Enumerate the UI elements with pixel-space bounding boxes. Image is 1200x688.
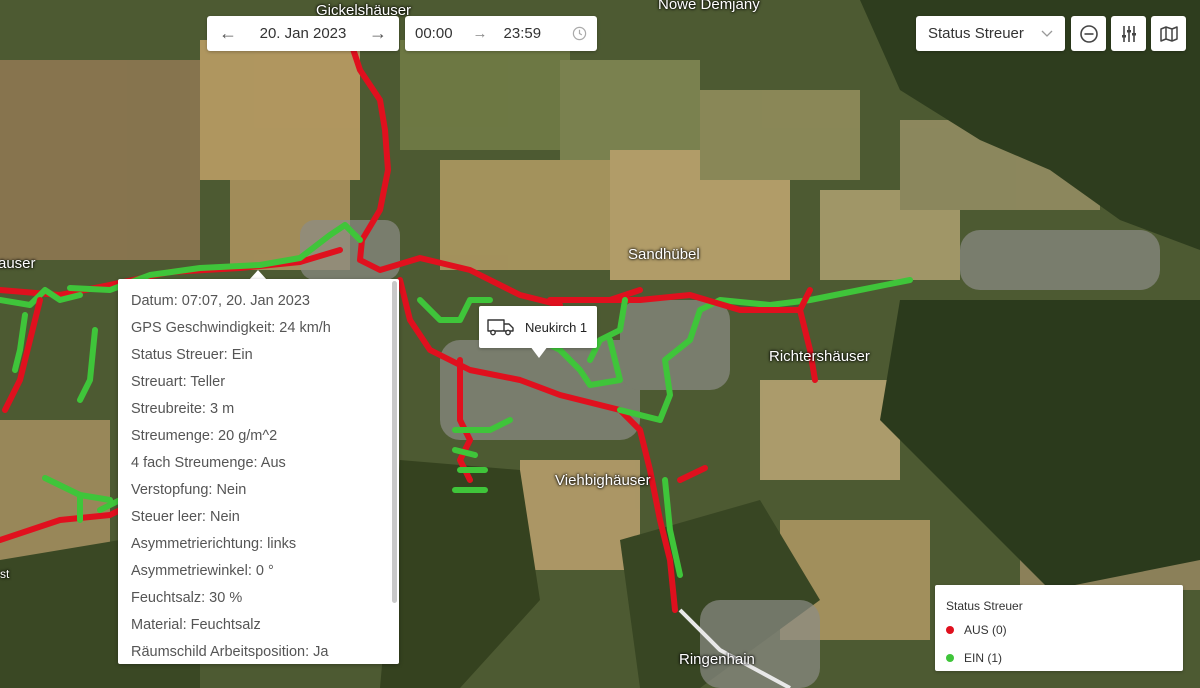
truck-icon (487, 319, 514, 336)
end-time-input[interactable]: 23:59 (504, 25, 542, 42)
legend-label: AUS (0) (964, 623, 1007, 637)
map-layers-button[interactable] (1151, 16, 1186, 51)
tooltip-row: Streumenge: 20 g/m^2 (131, 428, 278, 444)
place-label-richtershaeuser: Richtershäuser (769, 348, 870, 365)
tooltip-row: Streuart: Teller (131, 374, 226, 390)
vehicle-label[interactable]: Neukirch 1 (479, 306, 597, 348)
minus-circle-button[interactable] (1071, 16, 1106, 51)
tooltip-row: Datum: 07:07, 20. Jan 2023 (131, 293, 310, 309)
filter-settings-button[interactable] (1111, 16, 1146, 51)
date-navigator: ← 20. Jan 2023 → (207, 16, 399, 51)
tooltip-row: Material: Feuchtsalz (131, 617, 261, 633)
sliders-icon (1121, 25, 1136, 42)
place-label-sandhuebel: Sandhübel (628, 246, 700, 263)
time-range: 00:00 → 23:59 (405, 16, 597, 51)
tooltip-row: 4 fach Streumenge: Aus (131, 455, 286, 471)
start-time-input[interactable]: 00:00 (415, 25, 453, 42)
tooltip-row: GPS Geschwindigkeit: 24 km/h (131, 320, 331, 336)
date-label[interactable]: 20. Jan 2023 (260, 25, 347, 42)
arrow-left-icon[interactable]: ← (219, 23, 237, 44)
place-label-left-truncated: auser (0, 255, 36, 272)
tooltip-row: Feuchtsalz: 30 % (131, 590, 243, 606)
status-on-dot (946, 654, 954, 662)
place-label-ringenhain: Ringenhain (679, 651, 755, 668)
track-point-tooltip: Datum: 07:07, 20. Jan 2023 GPS Geschwindi… (118, 279, 399, 664)
tooltip-row: Asymmetrierichtung: links (131, 536, 297, 552)
status-select[interactable]: Status Streuer (916, 16, 1065, 51)
tooltip-row: Räumschild Arbeitsposition: Ja (131, 644, 329, 660)
legend-item-aus: AUS (0) (946, 623, 1172, 637)
legend-title: Status Streuer (946, 599, 1023, 613)
status-legend: Status Streuer AUS (0) EIN (1) (935, 585, 1183, 671)
minus-circle-icon (1079, 24, 1098, 43)
tooltip-row: Asymmetriewinkel: 0 ° (131, 563, 274, 579)
tooltip-scrollbar[interactable] (392, 281, 397, 603)
vehicle-name: Neukirch 1 (525, 319, 588, 335)
map-icon (1159, 25, 1178, 42)
tooltip-row: Steuer leer: Nein (131, 509, 240, 525)
status-select-value: Status Streuer (928, 25, 1024, 42)
place-label-viehbighaeuser: Viehbighäuser (555, 472, 651, 489)
tooltip-row: Verstopfung: Nein (131, 482, 247, 498)
arrow-right-icon[interactable]: → (369, 23, 387, 44)
chevron-down-icon (1041, 30, 1053, 37)
tooltip-row: Streubreite: 3 m (131, 401, 235, 417)
status-off-dot (946, 626, 954, 634)
tooltip-row: Status Streuer: Ein (131, 347, 253, 363)
arrow-right-icon: → (472, 25, 488, 42)
vehicle-label-pointer (530, 346, 548, 358)
place-label-nowe-demjany: Nowe Demjany (658, 0, 760, 13)
legend-label: EIN (1) (964, 651, 1003, 665)
clock-icon[interactable] (572, 26, 587, 41)
legend-item-ein: EIN (1) (946, 651, 1172, 665)
place-label-left-bottom: st (0, 567, 10, 581)
